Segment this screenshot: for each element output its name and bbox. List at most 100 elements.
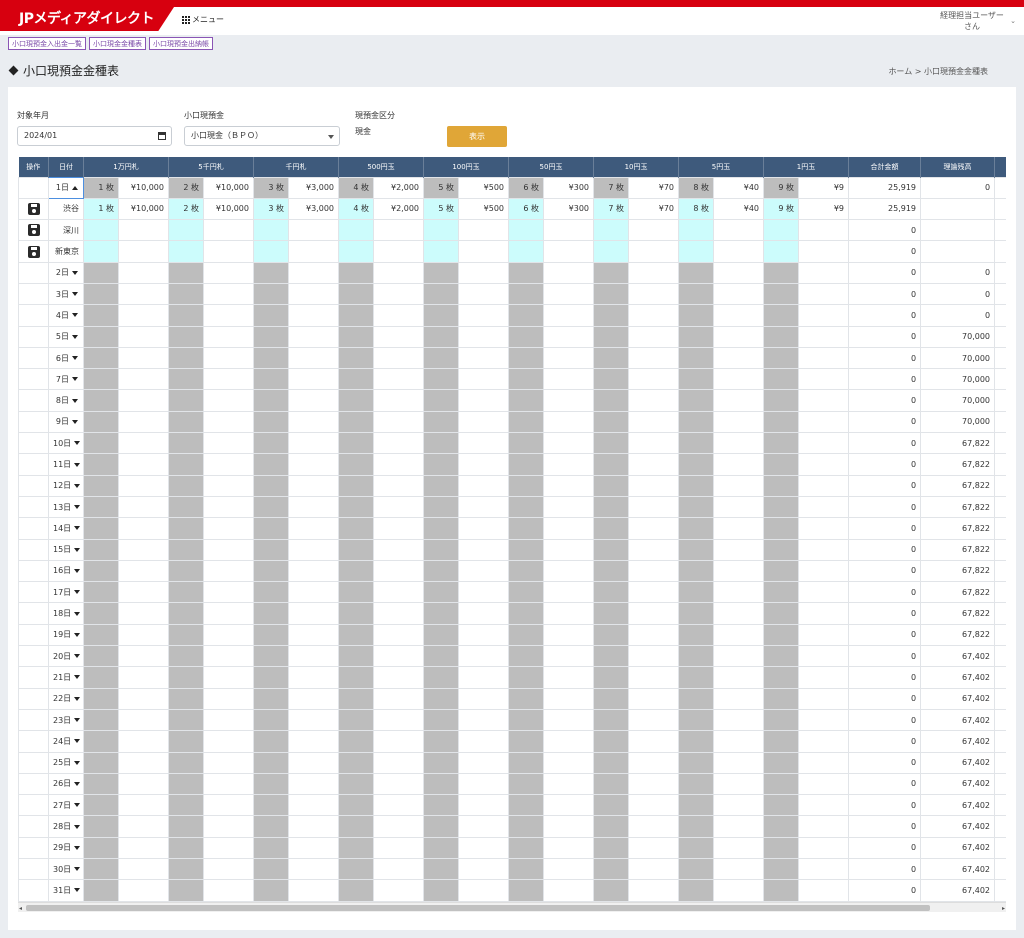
count-cell[interactable] (168, 836, 204, 860)
date-cell[interactable]: 1日 (48, 176, 84, 199)
count-cell[interactable] (423, 219, 459, 242)
chevron-down-icon[interactable] (72, 292, 78, 297)
chevron-down-icon[interactable] (74, 760, 81, 765)
count-cell[interactable] (253, 219, 289, 242)
count-cell[interactable] (678, 730, 715, 753)
count-cell[interactable] (253, 751, 289, 774)
date-cell[interactable]: 8日 (48, 389, 84, 412)
count-cell[interactable] (83, 602, 119, 625)
count-cell[interactable] (338, 495, 374, 519)
count-cell[interactable] (423, 687, 459, 710)
count-cell[interactable] (678, 389, 715, 412)
count-cell[interactable] (763, 602, 800, 625)
count-cell[interactable] (168, 495, 204, 519)
count-cell[interactable] (253, 538, 289, 561)
count-cell[interactable] (253, 772, 289, 796)
count-cell[interactable] (168, 346, 204, 370)
count-cell[interactable] (253, 581, 289, 604)
count-cell[interactable] (83, 261, 119, 284)
count-cell[interactable] (678, 474, 715, 497)
count-cell[interactable] (338, 304, 374, 327)
scroll-thumb[interactable] (26, 905, 930, 911)
count-cell[interactable] (593, 453, 630, 476)
count-cell[interactable] (338, 794, 374, 817)
chevron-down-icon[interactable] (72, 419, 78, 424)
count-cell[interactable] (423, 730, 459, 753)
date-cell[interactable]: 21日 (48, 666, 84, 689)
save-icon[interactable] (27, 245, 40, 258)
count-cell[interactable] (508, 346, 544, 370)
date-cell[interactable]: 26日 (48, 772, 84, 796)
count-cell[interactable] (593, 389, 630, 412)
count-cell[interactable] (423, 538, 459, 561)
chevron-down-icon[interactable] (74, 824, 81, 829)
count-cell[interactable] (678, 261, 715, 284)
date-cell[interactable]: 18日 (48, 602, 84, 625)
count-cell[interactable] (423, 602, 459, 625)
logo[interactable]: JPメディアダイレクト (0, 7, 174, 31)
count-cell[interactable] (253, 815, 289, 838)
count-cell[interactable] (763, 368, 800, 391)
count-cell[interactable] (168, 304, 204, 327)
count-cell[interactable] (593, 495, 630, 519)
save-icon[interactable] (27, 202, 40, 215)
count-cell[interactable] (253, 495, 289, 519)
count-cell[interactable] (763, 453, 800, 476)
count-cell[interactable] (508, 453, 544, 476)
count-cell[interactable] (168, 687, 204, 710)
count-cell[interactable] (508, 687, 544, 710)
chevron-down-icon[interactable] (72, 356, 78, 361)
count-cell[interactable] (508, 836, 544, 860)
count-cell[interactable] (678, 602, 715, 625)
count-cell[interactable] (508, 261, 544, 284)
count-cell[interactable] (83, 453, 119, 476)
count-cell[interactable] (253, 261, 289, 284)
chevron-down-icon[interactable] (74, 718, 81, 723)
count-cell[interactable] (253, 517, 289, 540)
count-cell[interactable] (508, 623, 544, 647)
count-cell[interactable] (593, 581, 630, 604)
chevron-down-icon[interactable] (74, 483, 81, 488)
count-cell[interactable] (338, 368, 374, 391)
count-cell[interactable] (678, 495, 715, 519)
count-cell[interactable] (253, 879, 289, 902)
count-cell[interactable] (423, 389, 459, 412)
date-cell[interactable]: 14日 (48, 517, 84, 540)
count-cell[interactable] (168, 410, 204, 434)
count-cell[interactable] (83, 879, 119, 902)
count-cell[interactable] (508, 517, 544, 540)
date-cell[interactable]: 9日 (48, 410, 84, 434)
count-cell[interactable] (678, 368, 715, 391)
count-cell[interactable] (83, 857, 119, 881)
date-cell[interactable]: 16日 (48, 559, 84, 583)
chevron-down-icon[interactable] (74, 441, 81, 446)
count-cell[interactable] (253, 474, 289, 497)
count-cell[interactable] (678, 325, 715, 348)
count-cell[interactable] (763, 517, 800, 540)
count-cell[interactable] (593, 240, 630, 263)
count-cell[interactable] (168, 368, 204, 391)
count-cell[interactable]: 7 枚 (593, 176, 630, 199)
count-cell[interactable] (593, 708, 630, 732)
date-cell[interactable]: 25日 (48, 751, 84, 774)
chevron-down-icon[interactable] (72, 270, 78, 275)
chevron-down-icon[interactable] (74, 888, 81, 893)
count-cell[interactable] (508, 240, 544, 263)
chevron-down-icon[interactable] (74, 803, 81, 808)
count-cell[interactable] (763, 623, 800, 647)
chevron-down-icon[interactable] (74, 632, 81, 637)
date-cell[interactable]: 24日 (48, 730, 84, 753)
count-cell[interactable] (593, 346, 630, 370)
count-cell[interactable] (508, 368, 544, 391)
date-cell[interactable]: 6日 (48, 346, 84, 370)
date-cell[interactable]: 7日 (48, 368, 84, 391)
count-cell[interactable] (593, 368, 630, 391)
count-cell[interactable] (338, 325, 374, 348)
count-cell[interactable] (508, 751, 544, 774)
count-cell[interactable] (678, 219, 715, 242)
count-cell[interactable] (338, 815, 374, 838)
count-cell[interactable] (593, 836, 630, 860)
count-cell[interactable] (338, 261, 374, 284)
count-cell[interactable] (423, 410, 459, 434)
count-cell[interactable] (423, 645, 459, 668)
